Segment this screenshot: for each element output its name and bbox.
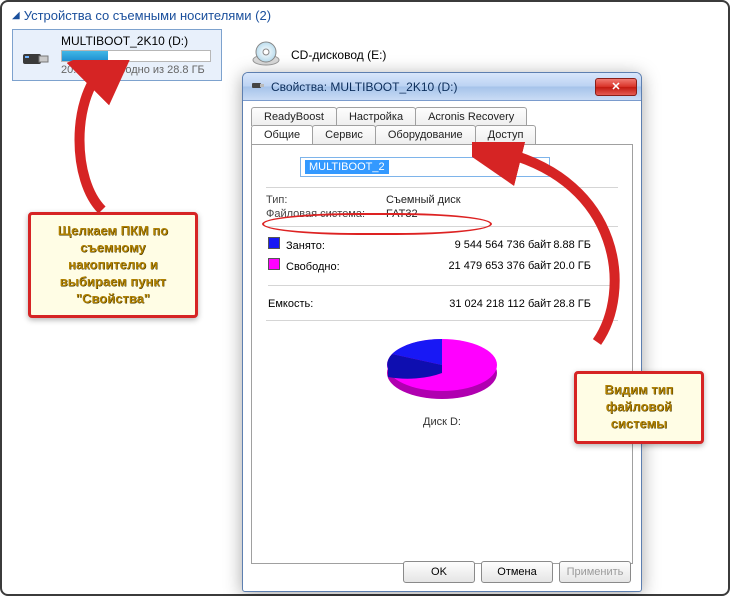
- free-swatch-icon: [268, 258, 280, 270]
- close-icon: ✕: [611, 80, 620, 93]
- tabs-row-bottom: Общие Сервис Оборудование Доступ: [251, 125, 633, 144]
- section-title: Устройства со съемными носителями (2): [24, 8, 271, 23]
- usage-table: Занято: 9 544 564 736 байт 8.88 ГБ Свобо…: [266, 233, 618, 314]
- titlebar[interactable]: Свойства: MULTIBOOT_2K10 (D:) ✕: [243, 73, 641, 101]
- tab-settings[interactable]: Настройка: [336, 107, 416, 126]
- tab-tools[interactable]: Сервис: [312, 125, 376, 144]
- capacity-bytes: 31 024 218 112 байт: [380, 296, 551, 312]
- device-name: CD-дисковод (E:): [291, 48, 386, 62]
- type-value: Съемный диск: [386, 194, 461, 206]
- device-subtext: 20.0 ГБ свободно из 28.8 ГБ: [61, 64, 215, 76]
- filesystem-value: FAT32: [386, 208, 418, 220]
- dialog-title: Свойства: MULTIBOOT_2K10 (D:): [271, 80, 589, 94]
- used-gb: 8.88 ГБ: [553, 235, 616, 254]
- volume-label-input[interactable]: MULTIBOOT_2: [300, 157, 550, 177]
- tab-acronis[interactable]: Acronis Recovery: [415, 107, 527, 126]
- properties-dialog: Свойства: MULTIBOOT_2K10 (D:) ✕ ReadyBoo…: [242, 72, 642, 592]
- tab-readyboost[interactable]: ReadyBoost: [251, 107, 337, 126]
- usb-drive-icon: [19, 38, 53, 72]
- callout-right-text: Видим тип файловой системы: [604, 382, 673, 431]
- collapse-triangle-icon[interactable]: ◢: [12, 10, 20, 21]
- drive-small-icon: [251, 78, 265, 95]
- callout-left: Щелкаем ПКМ по съемному накопителю и выб…: [28, 212, 198, 318]
- ok-button[interactable]: OK: [403, 561, 475, 583]
- type-label: Тип:: [266, 194, 386, 206]
- free-bytes: 21 479 653 376 байт: [380, 256, 551, 275]
- used-swatch-icon: [268, 237, 280, 249]
- usage-pie-chart: [266, 329, 618, 412]
- close-button[interactable]: ✕: [595, 78, 637, 96]
- disk-caption: Диск D:: [266, 416, 618, 428]
- tab-hardware[interactable]: Оборудование: [375, 125, 476, 144]
- tab-sharing[interactable]: Доступ: [475, 125, 537, 144]
- table-row: Емкость: 31 024 218 112 байт 28.8 ГБ: [268, 296, 616, 312]
- free-label: Свободно:: [286, 261, 340, 273]
- cancel-button[interactable]: Отмена: [481, 561, 553, 583]
- used-bytes: 9 544 564 736 байт: [380, 235, 551, 254]
- table-row: Свободно: 21 479 653 376 байт 20.0 ГБ: [268, 256, 616, 275]
- table-row: Занято: 9 544 564 736 байт 8.88 ГБ: [268, 235, 616, 254]
- callout-right: Видим тип файловой системы: [574, 371, 704, 444]
- capacity-gb: 28.8 ГБ: [553, 296, 616, 312]
- tab-general[interactable]: Общие: [251, 125, 313, 144]
- capacity-label: Емкость:: [268, 298, 313, 310]
- cd-drive-icon: [249, 38, 283, 72]
- device-usb-drive[interactable]: MULTIBOOT_2K10 (D:) 20.0 ГБ свободно из …: [12, 29, 222, 81]
- volume-label-text: MULTIBOOT_2: [305, 160, 389, 174]
- used-label: Занято:: [286, 240, 325, 252]
- device-name: MULTIBOOT_2K10 (D:): [61, 34, 215, 48]
- callout-left-text: Щелкаем ПКМ по съемному накопителю и выб…: [58, 223, 168, 306]
- free-gb: 20.0 ГБ: [553, 256, 616, 275]
- filesystem-label: Файловая система:: [266, 208, 386, 220]
- tab-panel-general: MULTIBOOT_2 Тип: Съемный диск Файловая с…: [251, 144, 633, 564]
- apply-button[interactable]: Применить: [559, 561, 631, 583]
- section-header[interactable]: ◢ Устройства со съемными носителями (2): [12, 8, 718, 23]
- tabs-row-top: ReadyBoost Настройка Acronis Recovery: [251, 107, 633, 126]
- capacity-bar: [61, 50, 211, 62]
